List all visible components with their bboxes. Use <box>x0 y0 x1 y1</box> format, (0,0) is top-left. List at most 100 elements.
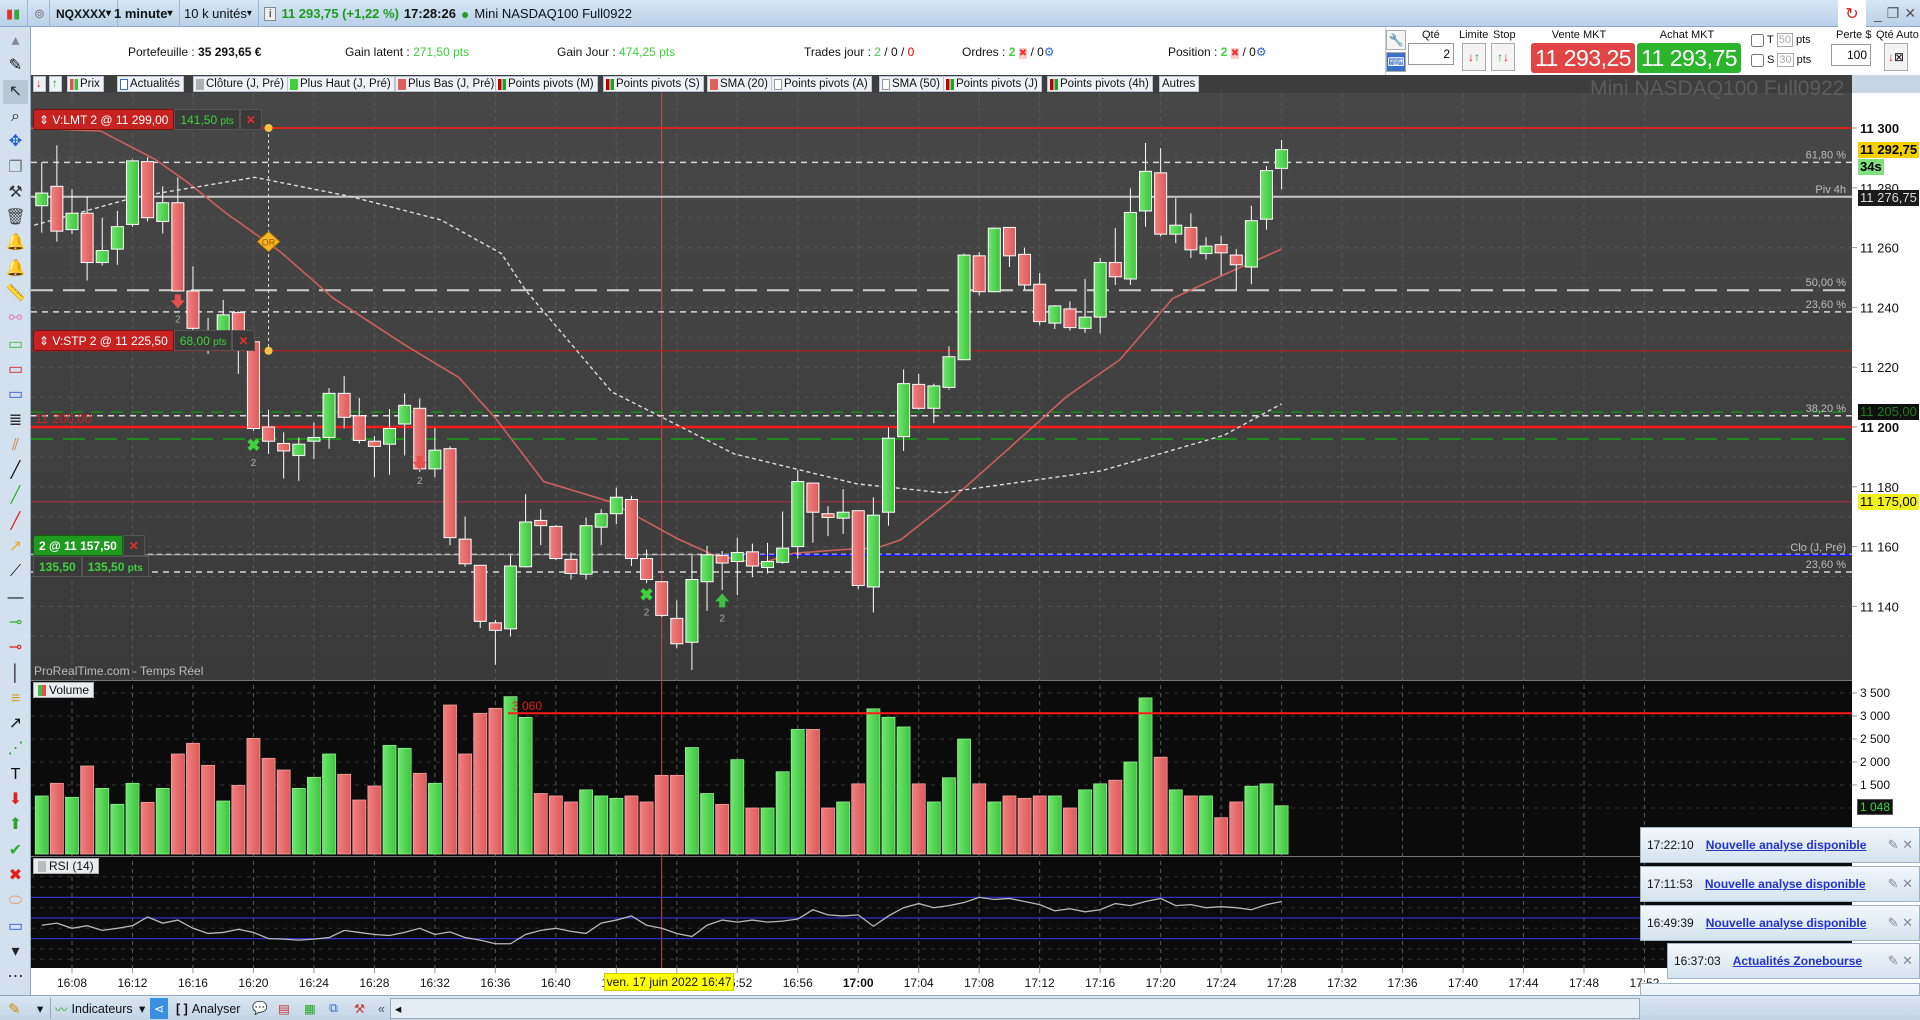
candle-body <box>942 356 956 388</box>
volume-bar <box>836 801 851 855</box>
volume-bar <box>624 795 639 855</box>
volume-tab[interactable]: Volume <box>33 682 95 698</box>
close-icon[interactable]: ✕ <box>1902 876 1913 891</box>
volume-swatch-icon <box>38 684 46 696</box>
volume-tick-label: 2 500 <box>1860 732 1890 746</box>
candle-body <box>1033 283 1047 323</box>
settings-icon[interactable]: ⚒ <box>350 998 369 1019</box>
volume-bar <box>685 747 699 855</box>
price-level-label: 23,60 % <box>1806 299 1847 311</box>
candle-body <box>1139 170 1153 212</box>
collapse-icon[interactable]: « <box>374 998 389 1019</box>
candle-body <box>95 250 109 264</box>
screener-icon[interactable]: ▦ <box>300 998 320 1019</box>
notification-time: 16:49:39 <box>1647 916 1694 930</box>
candle-body <box>1184 226 1198 251</box>
analyse-button[interactable]: [ ] Analyser <box>172 998 244 1019</box>
level-label-11200: 11 200,00 <box>35 411 92 426</box>
volume-label: Volume <box>49 683 90 697</box>
candle-body <box>141 161 155 219</box>
indicators-button[interactable]: 〰 Indicateurs <box>50 998 137 1019</box>
cancel-stop-order-button[interactable]: ✕ <box>232 330 255 351</box>
price-level-label: 50,00 % <box>1806 277 1847 289</box>
chat-icon[interactable]: 💬 <box>248 998 272 1019</box>
candle-body <box>972 255 986 293</box>
volume-bar <box>926 801 941 855</box>
price-level-label: Clo (J, Pré) <box>1790 542 1846 554</box>
candle-body <box>246 341 260 429</box>
limit-order-label[interactable]: ⇕ V:LMT 2 @ 11 299,00 <box>33 109 175 130</box>
rsi-tab[interactable]: RSI (14) <box>33 858 99 874</box>
close-icon[interactable]: ✕ <box>1902 837 1913 852</box>
indicators-dropdown[interactable]: ▾ <box>135 998 149 1019</box>
notification-link[interactable]: Nouvelle analyse disponible <box>1705 877 1866 891</box>
close-icon[interactable]: ✕ <box>1902 953 1913 968</box>
volume-bar <box>609 797 624 855</box>
buy-arrow-icon <box>715 593 730 608</box>
volume-tick-label: 3 500 <box>1860 686 1890 700</box>
stop-order-tag[interactable]: ⇕ V:STP 2 @ 11 225,50 68,00 pts ✕ <box>33 330 255 351</box>
notification-link[interactable]: Actualités Zonebourse <box>1733 954 1862 968</box>
volume-bar <box>231 784 246 855</box>
volume-bar <box>594 795 609 855</box>
price-level-label: 61,80 % <box>1806 149 1847 161</box>
volume-bar <box>488 707 503 855</box>
candle-body <box>1214 244 1228 254</box>
volume-bar <box>397 747 412 855</box>
price-flag: 11 292,75 <box>1858 141 1920 158</box>
candle-body <box>685 578 699 643</box>
candle-body <box>156 202 170 222</box>
pin-icon[interactable]: ✎ <box>1888 953 1899 968</box>
candle-body <box>352 415 366 441</box>
candle-body <box>1108 262 1122 278</box>
drawing-mode-dropdown[interactable]: ▾ <box>33 998 47 1019</box>
volume-bar <box>140 801 155 855</box>
pin-icon[interactable]: ✎ <box>1888 915 1899 930</box>
stop-order-label[interactable]: ⇕ V:STP 2 @ 11 225,50 <box>33 330 174 351</box>
horizontal-scrollbar[interactable]: ◂ <box>390 998 1640 1019</box>
volume-bar <box>65 796 79 855</box>
cancel-limit-order-button[interactable]: ✕ <box>239 109 262 130</box>
windows-icon[interactable]: ⧉ <box>325 998 342 1019</box>
limit-order-tag[interactable]: ⇕ V:LMT 2 @ 11 299,00 141,50 pts ✕ <box>33 109 262 130</box>
position-label[interactable]: 2 @ 11 157,50 <box>33 535 123 556</box>
price-tick-label: 11 260 <box>1860 241 1899 256</box>
time-tick-label: 17:12 <box>1025 976 1055 990</box>
candle-body <box>881 437 895 513</box>
volume-bar <box>1078 789 1092 855</box>
position-tag[interactable]: 2 @ 11 157,50 ✕ <box>33 535 145 556</box>
candle-body <box>503 565 517 630</box>
volume-bar <box>110 803 125 855</box>
notification-link[interactable]: Nouvelle analyse disponible <box>1706 838 1867 852</box>
pin-icon[interactable]: ✎ <box>1888 876 1899 891</box>
share-icon[interactable]: ⋖ <box>150 998 169 1019</box>
volume-bar <box>821 807 835 855</box>
time-tick-label: 17:44 <box>1509 976 1539 990</box>
volume-bar <box>745 807 760 855</box>
pin-icon[interactable]: ✎ <box>1888 837 1899 852</box>
candle-body <box>912 383 926 409</box>
bracket-icon: [ ] <box>176 1001 188 1016</box>
close-icon[interactable]: ✕ <box>1902 915 1913 930</box>
candle-body <box>1063 308 1077 329</box>
volume-tick-label: 1 500 <box>1860 778 1890 792</box>
candle-body <box>1093 262 1107 318</box>
candle-body <box>594 513 608 528</box>
time-tick-label: 17:48 <box>1569 976 1599 990</box>
volume-bar <box>1259 783 1274 855</box>
candle-body <box>957 254 971 361</box>
volume-bar <box>1229 801 1244 855</box>
report-icon[interactable]: ▤ <box>274 998 294 1019</box>
volume-bar <box>881 716 896 855</box>
price-flag: 11 276,75 <box>1858 189 1919 206</box>
candle-body <box>125 160 139 225</box>
time-tick-label: 16:24 <box>299 976 329 990</box>
volume-bar <box>896 726 911 855</box>
close-position-button[interactable]: ✕ <box>122 535 145 556</box>
drawing-mode-button[interactable]: ✎ <box>4 998 25 1019</box>
candle-body <box>761 561 775 569</box>
notification-link[interactable]: Nouvelle analyse disponible <box>1706 916 1867 930</box>
candle-body <box>700 554 714 583</box>
candle-body <box>110 226 124 250</box>
volume-bar <box>805 728 820 855</box>
